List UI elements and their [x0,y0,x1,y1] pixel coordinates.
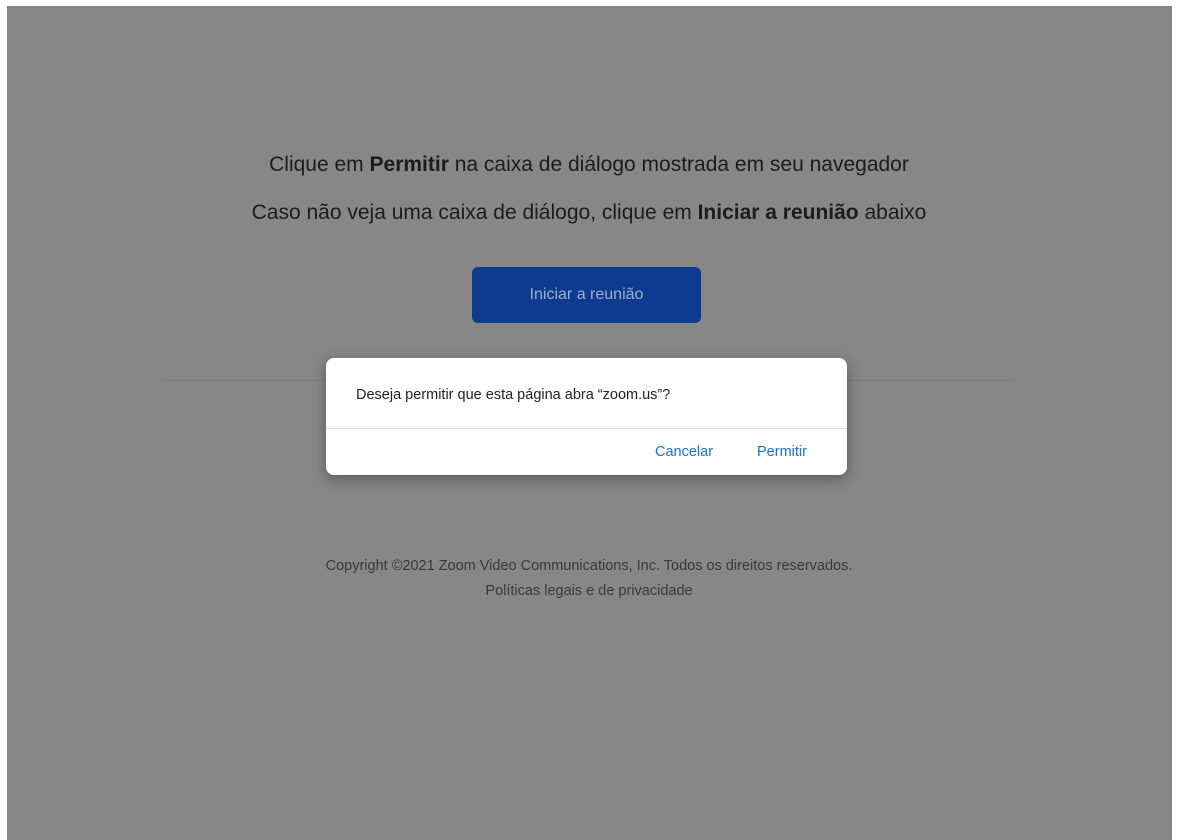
instruction-text: abaixo [858,201,927,224]
dialog-message: Deseja permitir que esta página abra “zo… [356,387,671,403]
instruction-emphasis: Permitir [369,153,449,176]
open-app-dialog: Deseja permitir que esta página abra “zo… [326,358,847,475]
instruction-line-allow: Clique em Permitir na caixa de diálogo m… [0,153,1178,177]
instruction-emphasis: Iniciar a reunião [697,201,859,224]
allow-button[interactable]: Permitir [757,444,807,460]
copyright-text: Copyright ©2021 Zoom Video Communication… [325,558,853,574]
instruction-text: Clique em [269,153,370,176]
instruction-text: na caixa de diálogo mostrada em seu nave… [448,153,909,176]
launch-meeting-button[interactable]: Iniciar a reunião [472,267,701,323]
cancel-button[interactable]: Cancelar [655,444,713,460]
dialog-divider [326,428,847,429]
instruction-line-launch: Caso não veja uma caixa de diálogo, cliq… [0,201,1178,225]
legal-privacy-link[interactable]: Políticas legais e de privacidade [0,583,1178,599]
instruction-text: Caso não veja uma caixa de diálogo, cliq… [251,201,698,224]
